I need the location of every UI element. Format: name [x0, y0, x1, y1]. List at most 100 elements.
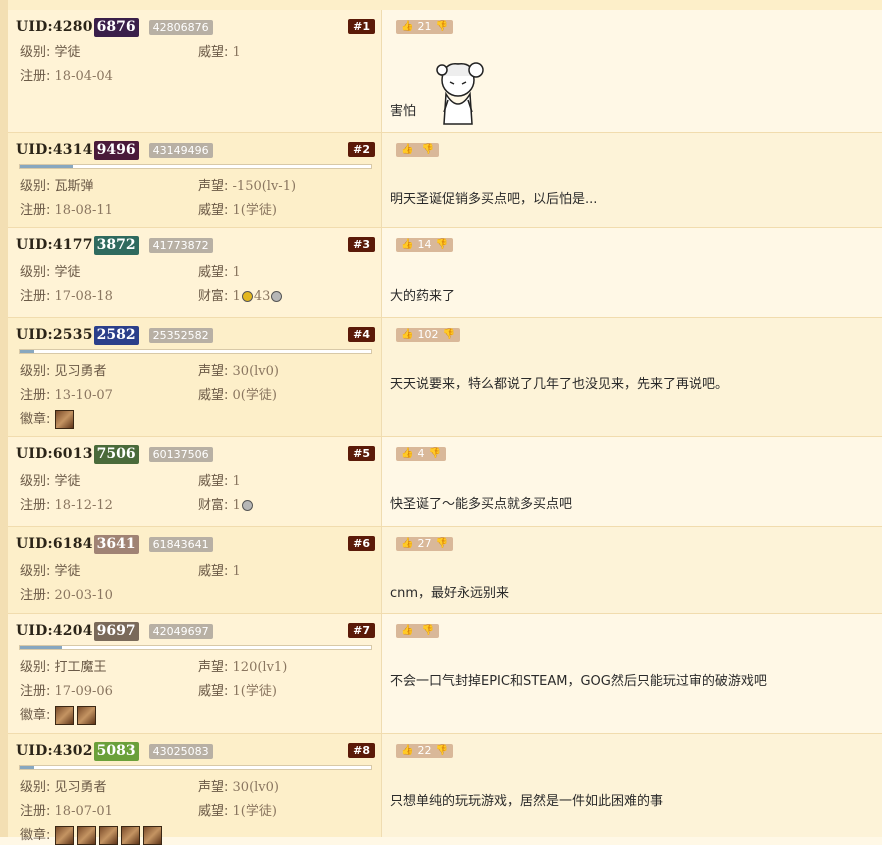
reputation-value: 30(lv0) [232, 364, 279, 379]
thumb-down-icon[interactable]: 👎 [435, 238, 447, 252]
registered-label: 注册: [20, 388, 51, 403]
uid-suffix[interactable]: 2582 [93, 325, 139, 345]
uid-prefix[interactable]: UID:6184 [16, 536, 93, 552]
level-progress-bar [19, 645, 372, 650]
silver-coin-icon [241, 500, 253, 511]
uid-suffix[interactable]: 9496 [93, 140, 139, 160]
post-1: UID:4280 6876 42806876 #1 级别: 学徒 威望: 1 注… [8, 10, 882, 133]
uid-prefix[interactable]: UID:4314 [16, 142, 93, 158]
content-column: 👍 102 👎 天天说要来，特么都说了几年了也没见来，先来了再说吧。 [382, 318, 882, 436]
uid-suffix[interactable]: 3872 [93, 235, 139, 255]
vote-box[interactable]: 👍 22 👎 [396, 744, 453, 758]
thumb-up-icon[interactable]: 👍 [401, 238, 413, 252]
prestige-value: 1(学徒) [232, 804, 277, 819]
post-6: UID:6184 3641 61843641 #6 级别: 学徒 威望: 1 注… [8, 527, 882, 614]
uid-suffix[interactable]: 9697 [93, 621, 139, 641]
thumb-down-icon[interactable]: 👎 [435, 537, 447, 551]
vote-box[interactable]: 👍 14 👎 [396, 238, 453, 252]
uid-prefix[interactable]: UID:2535 [16, 327, 93, 343]
post-text: 快圣诞了～能多买点就多买点吧 [390, 497, 573, 512]
floor-number[interactable]: #3 [348, 237, 375, 252]
vote-box[interactable]: 👍 21 👎 [396, 20, 453, 34]
thumb-down-icon[interactable]: 👎 [428, 447, 440, 461]
content-column: 👍 21 👎 害怕 [382, 10, 882, 132]
uid-prefix[interactable]: UID:4177 [16, 237, 93, 253]
medal-icon[interactable] [76, 706, 96, 725]
vote-box[interactable]: 👍 👎 [396, 143, 439, 157]
uid-suffix[interactable]: 7506 [93, 444, 139, 464]
level-label: 级别: [20, 474, 51, 489]
reputation-value: -150(lv-1) [232, 179, 297, 194]
registered-value: 18-08-11 [54, 203, 113, 218]
floor-number[interactable]: #7 [348, 623, 375, 638]
thumb-down-icon[interactable]: 👎 [421, 143, 433, 157]
wealth-silver-value: 43 [253, 289, 271, 304]
thumb-up-icon[interactable]: 👍 [401, 624, 413, 638]
post-text: 只想单纯的玩玩游戏，居然是一件如此困难的事 [390, 794, 664, 809]
post-text: 害怕 [390, 104, 417, 119]
uid-tag: 42049697 [148, 623, 213, 639]
medal-icon[interactable] [54, 826, 74, 845]
thumb-up-icon[interactable]: 👍 [401, 328, 413, 342]
floor-number[interactable]: #1 [348, 19, 375, 34]
prestige-value: 0(学徒) [232, 388, 277, 403]
floor-number[interactable]: #8 [348, 743, 375, 758]
thumb-down-icon[interactable]: 👎 [435, 744, 447, 758]
registered-value: 18-12-12 [54, 498, 113, 513]
level-value: 学徒 [54, 474, 81, 489]
thumb-up-icon[interactable]: 👍 [401, 20, 413, 34]
medal-icon[interactable] [76, 826, 96, 845]
uid-suffix[interactable]: 5083 [93, 741, 139, 761]
user-column: UID:4314 9496 43149496 #2 级别: 瓦斯弹 声望: -1… [8, 133, 382, 227]
thumb-down-icon[interactable]: 👎 [435, 20, 447, 34]
reputation-label: 声望: [198, 179, 229, 194]
thumb-up-icon[interactable]: 👍 [401, 143, 413, 157]
medal-icon[interactable] [142, 826, 162, 845]
uid-prefix[interactable]: UID:6013 [16, 446, 93, 462]
floor-number[interactable]: #4 [348, 327, 375, 342]
post-text: 天天说要来，特么都说了几年了也没见来，先来了再说吧。 [390, 377, 729, 392]
medal-icon[interactable] [120, 826, 140, 845]
vote-box[interactable]: 👍 👎 [396, 624, 439, 638]
medals-label: 徽章: [20, 412, 51, 427]
post-8: UID:4302 5083 43025083 #8 级别: 见习勇者 声望: 3… [8, 734, 882, 845]
vote-count: 14 [417, 238, 432, 251]
prestige-label: 威望: [198, 564, 229, 579]
gold-coin-icon [241, 291, 253, 302]
prestige-value: 1 [232, 45, 241, 60]
vote-box[interactable]: 👍 4 👎 [396, 447, 446, 461]
level-progress-bar [19, 164, 372, 169]
medal-icon[interactable] [98, 826, 118, 845]
vote-box[interactable]: 👍 27 👎 [396, 537, 453, 551]
level-label: 级别: [20, 660, 51, 675]
registered-value: 17-08-18 [54, 289, 113, 304]
medal-icon[interactable] [54, 410, 74, 429]
vote-box[interactable]: 👍 102 👎 [396, 328, 460, 342]
medals-label: 徽章: [20, 828, 51, 843]
registered-value: 13-10-07 [54, 388, 113, 403]
floor-number[interactable]: #2 [348, 142, 375, 157]
uid-prefix[interactable]: UID:4280 [16, 19, 93, 35]
thumb-up-icon[interactable]: 👍 [401, 447, 413, 461]
prestige-label: 威望: [198, 203, 229, 218]
uid-prefix[interactable]: UID:4204 [16, 623, 93, 639]
floor-number[interactable]: #5 [348, 446, 375, 461]
medal-icon[interactable] [54, 706, 74, 725]
thumb-up-icon[interactable]: 👍 [401, 744, 413, 758]
uid-suffix[interactable]: 6876 [93, 17, 139, 37]
wealth-gold-value: 1 [232, 289, 241, 304]
level-progress-bar [19, 765, 372, 770]
uid-tag: 42806876 [148, 19, 213, 35]
uid-suffix[interactable]: 3641 [93, 534, 139, 554]
uid-prefix[interactable]: UID:4302 [16, 743, 93, 759]
uid-tag: 60137506 [148, 446, 213, 462]
thumb-up-icon[interactable]: 👍 [401, 537, 413, 551]
post-4: UID:2535 2582 25352582 #4 级别: 见习勇者 声望: 3… [8, 318, 882, 437]
content-column: 👍 4 👎 快圣诞了～能多买点就多买点吧 [382, 437, 882, 526]
level-label: 级别: [20, 564, 51, 579]
floor-number[interactable]: #6 [348, 536, 375, 551]
thumb-down-icon[interactable]: 👎 [442, 328, 454, 342]
content-column: 👍 14 👎 大的药来了 [382, 228, 882, 317]
thumb-down-icon[interactable]: 👎 [421, 624, 433, 638]
content-column: 👍 👎 明天圣诞促销多买点吧，以后怕是... [382, 133, 882, 227]
